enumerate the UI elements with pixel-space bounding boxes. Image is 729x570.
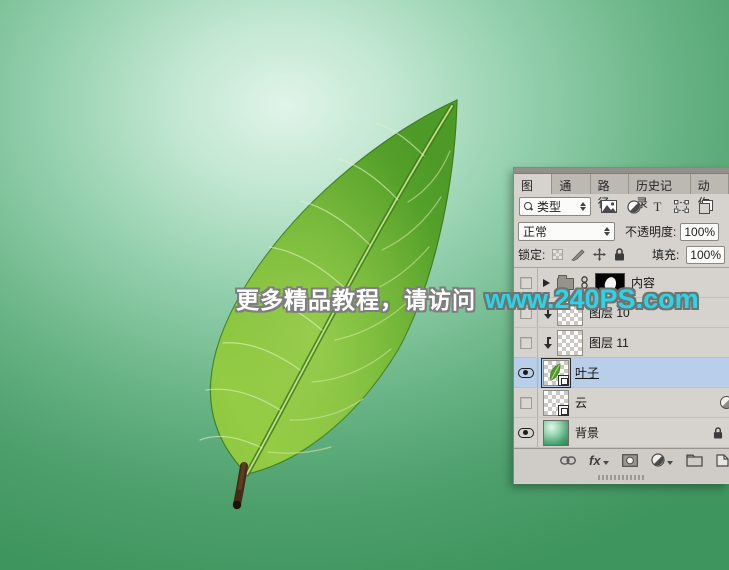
tab-channels[interactable]: 通道 [552, 174, 590, 194]
layer-name[interactable]: 叶子 [575, 364, 599, 381]
caret-down-icon [667, 461, 673, 465]
layer-thumbnail[interactable] [557, 330, 583, 356]
visibility-toggle[interactable] [514, 388, 538, 417]
new-adjustment-layer-icon[interactable] [651, 453, 673, 467]
layer-styles-fx-icon[interactable]: fx [589, 453, 609, 468]
layer-row-background[interactable]: 背景 [514, 418, 729, 448]
watermark: 更多精品教程，请访问 www.240PS.com [236, 281, 699, 315]
layer-row-layer11[interactable]: 图层 11 [514, 328, 729, 358]
filter-adjustment-layers-icon[interactable] [627, 200, 641, 214]
chevron-updown-icon [580, 202, 586, 211]
layer-row-cloud[interactable]: 云 [514, 388, 729, 418]
smart-filter-toggle-icon[interactable] [720, 396, 729, 409]
layers-panel-bottom-bar: fx [514, 448, 729, 471]
layer-name[interactable]: 图层 11 [589, 334, 629, 351]
tab-layers[interactable]: 图层 [514, 174, 552, 194]
opacity-label: 不透明度: [625, 223, 676, 240]
svg-text:T: T [654, 200, 662, 213]
lock-position-move-icon[interactable] [593, 248, 606, 261]
search-icon [524, 202, 533, 211]
layer-thumbnail[interactable] [543, 390, 569, 416]
lock-label: 锁定: [518, 246, 545, 263]
fill-input[interactable]: 100% [686, 246, 725, 264]
layer-name[interactable]: 背景 [575, 424, 599, 441]
lock-transparency-icon[interactable] [552, 249, 563, 260]
filter-smart-objects-icon[interactable] [699, 200, 713, 214]
filter-kind-label: 类型 [537, 198, 561, 215]
layer-thumbnail[interactable] [543, 420, 569, 446]
visibility-toggle[interactable] [514, 328, 538, 357]
watermark-url: www.240PS.com [485, 284, 699, 315]
filter-type-layers-icon[interactable]: T [651, 200, 664, 213]
smart-object-badge-icon [558, 375, 569, 386]
layers-panel: 图层 通道 路径 历史记录 动作 类型 T [513, 167, 729, 484]
caret-down-icon [603, 461, 609, 465]
filter-shape-layers-icon[interactable] [674, 200, 689, 213]
smart-object-badge-icon [558, 405, 569, 416]
blend-mode-dropdown[interactable]: 正常 [518, 222, 615, 241]
tab-paths[interactable]: 路径 [591, 174, 629, 194]
tab-history[interactable]: 历史记录 [629, 174, 691, 194]
lock-pixels-brush-icon[interactable] [571, 249, 585, 261]
new-layer-icon[interactable] [716, 454, 729, 467]
blend-mode-value: 正常 [523, 223, 547, 240]
clipping-mask-arrow-icon [543, 337, 553, 349]
fill-label: 填充: [652, 246, 679, 263]
grip-dots [598, 475, 646, 480]
lock-row: 锁定: 填充: 100% [514, 244, 729, 268]
visibility-off-box [520, 397, 532, 409]
link-layers-icon[interactable] [560, 456, 576, 465]
watermark-text: 更多精品教程，请访问 [236, 281, 476, 315]
add-layer-mask-icon[interactable] [622, 454, 638, 467]
panel-resize-grip[interactable] [514, 471, 729, 483]
filter-kind-dropdown[interactable]: 类型 [519, 197, 591, 216]
visibility-toggle[interactable] [514, 418, 538, 447]
new-group-icon[interactable] [686, 454, 703, 467]
filter-pixel-layers-icon[interactable] [601, 200, 617, 213]
tab-actions[interactable]: 动作 [691, 174, 729, 194]
background-lock-icon [713, 427, 723, 439]
panel-tab-bar: 图层 通道 路径 历史记录 动作 [514, 174, 729, 194]
layer-row-leaf[interactable]: 叶子 [514, 358, 729, 388]
eye-icon [518, 368, 534, 378]
layer-thumbnail[interactable] [543, 360, 569, 386]
visibility-toggle[interactable] [514, 358, 538, 387]
chevron-updown-icon [604, 227, 610, 236]
layer-filter-row: 类型 T [514, 194, 729, 219]
layer-name[interactable]: 云 [575, 394, 587, 411]
visibility-off-box [520, 337, 532, 349]
lock-all-icon[interactable] [614, 248, 625, 261]
opacity-input[interactable]: 100% [680, 223, 719, 241]
blend-mode-row: 正常 不透明度: 100% [514, 219, 729, 244]
eye-icon [518, 428, 534, 438]
